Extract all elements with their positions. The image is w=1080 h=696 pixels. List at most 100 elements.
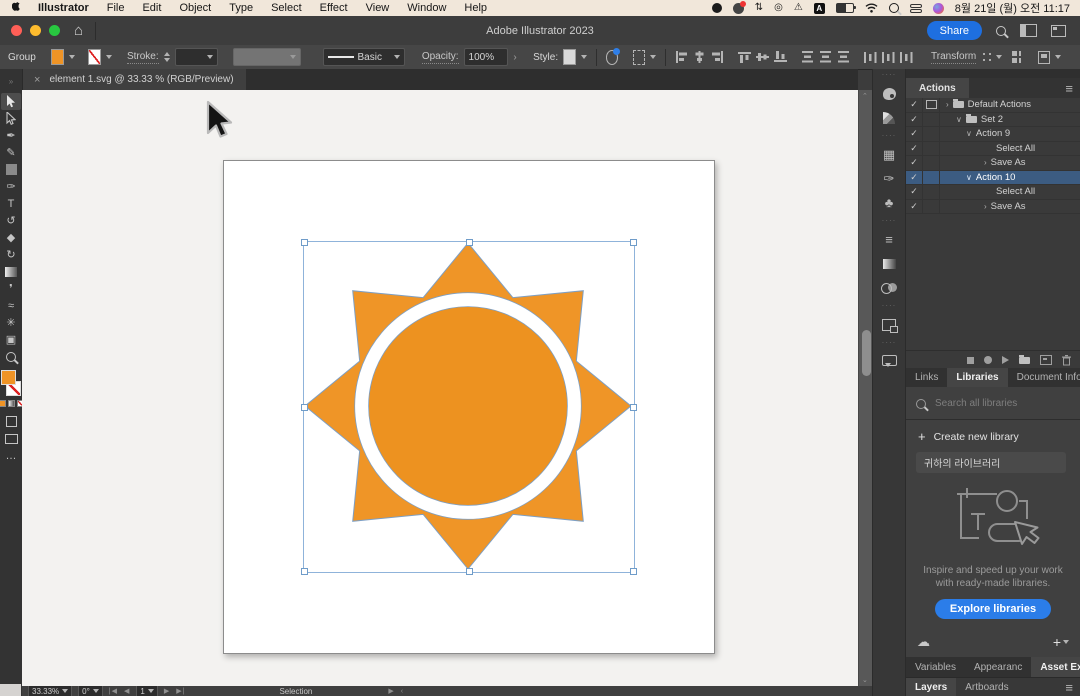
toggle-item-check[interactable]: ✓ xyxy=(906,200,923,214)
distribute-horizontal-center-icon[interactable] xyxy=(882,51,895,63)
spotlight-icon[interactable] xyxy=(889,3,899,13)
menu-illustrator[interactable]: Illustrator xyxy=(29,2,98,14)
tab-artboards[interactable]: Artboards xyxy=(956,678,1017,696)
dialog-toggle[interactable] xyxy=(923,200,940,214)
toggle-item-check[interactable]: ✓ xyxy=(906,98,923,112)
rotate-view-tool[interactable]: ↻ xyxy=(1,246,21,263)
stop-recording-icon[interactable] xyxy=(967,357,974,364)
siri-icon[interactable] xyxy=(933,3,944,14)
handle-bottom-left[interactable] xyxy=(301,568,308,575)
dock-group-handle[interactable] xyxy=(882,341,897,345)
transparency-panel-icon[interactable] xyxy=(880,280,898,295)
toggle-item-check[interactable]: ✓ xyxy=(906,185,923,199)
apple-menu[interactable] xyxy=(12,2,23,15)
arrange-documents-icon[interactable] xyxy=(1020,24,1037,37)
edit-toolbar-icon[interactable]: … xyxy=(1,447,21,464)
play-action-icon[interactable] xyxy=(1002,356,1009,364)
menu-help[interactable]: Help xyxy=(455,2,496,14)
color-panel-icon[interactable] xyxy=(880,86,898,101)
opacity-panel-chevron[interactable]: › xyxy=(513,52,516,63)
previous-artboard-button[interactable]: ◀ xyxy=(124,686,130,696)
action-row-set-2[interactable]: ✓ ∨ Set 2 xyxy=(906,113,1080,128)
tab-layers[interactable]: Layers xyxy=(906,678,956,696)
type-tool[interactable]: T xyxy=(1,195,21,212)
align-horizontal-center-icon[interactable] xyxy=(693,51,706,63)
handle-bottom-center[interactable] xyxy=(466,568,473,575)
control-center-icon[interactable] xyxy=(910,4,922,13)
dock-group-handle[interactable] xyxy=(882,134,897,138)
tab-libraries[interactable]: Libraries xyxy=(947,368,1007,387)
brushes-panel-icon[interactable]: ✑ xyxy=(880,171,898,186)
record-icon[interactable] xyxy=(984,356,992,364)
dialog-toggle[interactable] xyxy=(923,156,940,170)
distribute-bottom-icon[interactable] xyxy=(837,51,850,63)
dock-group-handle[interactable] xyxy=(882,304,897,308)
menu-effect[interactable]: Effect xyxy=(311,2,357,14)
swatches-panel-icon[interactable]: ▦ xyxy=(880,147,898,162)
expand-icon[interactable]: › xyxy=(984,202,987,211)
creative-cloud-icon[interactable]: ◎ xyxy=(774,3,783,13)
document-tab[interactable]: × element 1.svg @ 33.33 % (RGB/Preview) xyxy=(22,69,246,90)
tab-actions[interactable]: Actions xyxy=(906,78,969,98)
color-mode-gradient[interactable] xyxy=(8,400,15,407)
action-row-save-as-2[interactable]: ✓ › Save As xyxy=(906,200,1080,215)
select-similar-icon[interactable] xyxy=(633,50,645,65)
menu-object[interactable]: Object xyxy=(170,2,220,14)
reference-point-icon[interactable] xyxy=(981,51,991,63)
toggle-item-check[interactable]: ✓ xyxy=(906,113,923,127)
direct-selection-tool[interactable] xyxy=(1,110,21,127)
status-chevron[interactable]: ‹ xyxy=(401,686,404,696)
stroke-weight-field[interactable] xyxy=(175,48,218,66)
notification-app-icon[interactable] xyxy=(733,3,744,14)
action-row-default-actions[interactable]: ✓ › Default Actions xyxy=(906,98,1080,113)
alert-bell-icon[interactable]: ⚠ xyxy=(794,3,803,13)
first-artboard-button[interactable]: |◀ xyxy=(109,686,118,696)
library-name-field[interactable] xyxy=(916,452,1066,473)
align-left-icon[interactable] xyxy=(675,51,688,63)
brush-definition-dropdown[interactable]: Basic xyxy=(323,48,406,66)
dock-group-handle[interactable] xyxy=(882,73,897,77)
menu-view[interactable]: View xyxy=(357,2,399,14)
library-search[interactable] xyxy=(916,397,1070,415)
new-action-icon[interactable] xyxy=(1040,355,1052,365)
graphic-style-swatch[interactable] xyxy=(563,49,576,65)
dialog-toggle[interactable] xyxy=(923,142,940,156)
pen-tool[interactable]: ✒ xyxy=(1,127,21,144)
handle-bottom-right[interactable] xyxy=(630,568,637,575)
distribute-left-icon[interactable] xyxy=(864,51,877,63)
current-tool-status[interactable]: Selection xyxy=(279,686,312,696)
add-content-button[interactable]: + xyxy=(1053,634,1069,650)
layers-menu-icon[interactable]: ≡ xyxy=(1065,678,1080,696)
share-button[interactable]: Share xyxy=(927,21,982,40)
variable-width-profile-dropdown[interactable] xyxy=(233,48,302,66)
select-similar-caret[interactable] xyxy=(650,55,656,59)
battery-icon[interactable] xyxy=(836,3,854,13)
handle-top-center[interactable] xyxy=(466,239,473,246)
new-set-icon[interactable] xyxy=(1019,357,1030,364)
expand-icon[interactable]: ∨ xyxy=(956,115,962,124)
transform-caret[interactable] xyxy=(996,55,1002,59)
transform-label[interactable]: Transform xyxy=(931,51,976,64)
preferences-icon[interactable] xyxy=(1012,51,1022,63)
tab-asset-export[interactable]: Asset Export xyxy=(1031,657,1080,677)
action-row-select-all-2[interactable]: ✓ Select All xyxy=(906,185,1080,200)
tab-document-info[interactable]: Document Info xyxy=(1008,368,1080,387)
input-source-icon[interactable]: A xyxy=(814,3,825,14)
dialog-toggle[interactable] xyxy=(923,98,940,112)
handle-middle-right[interactable] xyxy=(630,404,637,411)
zoom-tool[interactable] xyxy=(1,348,21,365)
draw-mode-icon[interactable] xyxy=(1,413,21,430)
tab-variables[interactable]: Variables xyxy=(906,657,965,677)
distribute-top-icon[interactable] xyxy=(801,51,814,63)
vertical-scrollbar[interactable]: ⌃ ⌄ xyxy=(858,90,873,686)
toggle-item-check[interactable]: ✓ xyxy=(906,127,923,141)
expand-icon[interactable]: ∨ xyxy=(966,173,972,182)
tab-appearance[interactable]: Appearanc xyxy=(965,657,1031,677)
selection-bounding-box[interactable] xyxy=(303,241,635,573)
artboard-number-field[interactable]: 1 xyxy=(136,686,157,696)
dialog-toggle[interactable] xyxy=(923,171,940,185)
curvature-tool[interactable]: ✎ xyxy=(1,144,21,161)
style-dropdown-caret[interactable] xyxy=(581,55,587,59)
sync-arrows-icon[interactable]: ⇅ xyxy=(755,3,763,13)
scroll-down-icon[interactable]: ⌄ xyxy=(862,676,868,684)
